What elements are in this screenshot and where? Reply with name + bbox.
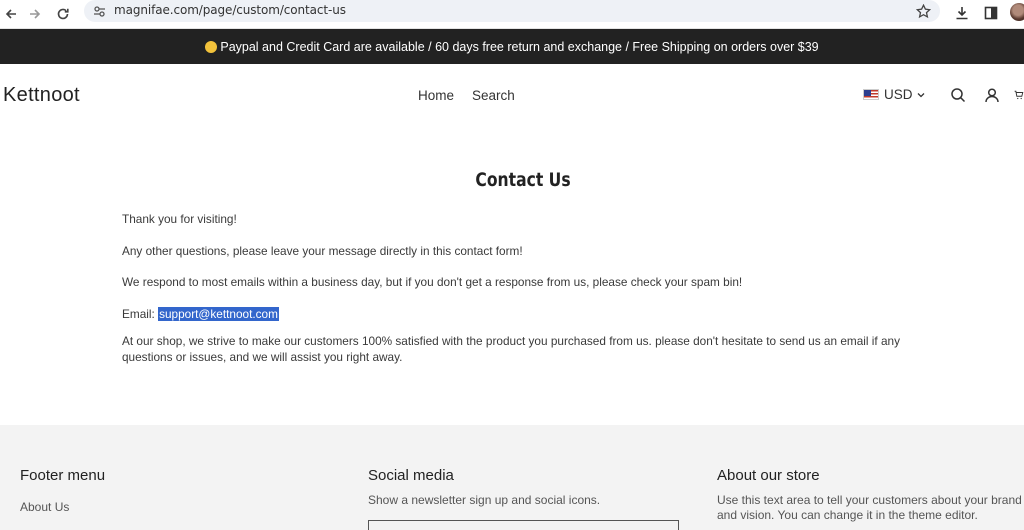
newsletter-email-input[interactable] — [368, 520, 679, 530]
announcement-text: Paypal and Credit Card are available / 6… — [220, 39, 819, 54]
emoji-icon — [205, 40, 218, 53]
currency-selector[interactable]: USD — [863, 87, 926, 102]
nav-link-home[interactable]: Home — [418, 88, 454, 103]
email-link[interactable]: support@kettnoot.com — [158, 307, 279, 321]
profile-avatar[interactable] — [1010, 3, 1024, 21]
us-flag-icon — [863, 89, 879, 100]
about-description: Use this text area to tell your customer… — [717, 493, 1022, 522]
bookmark-star-icon[interactable] — [914, 2, 932, 20]
email-line: Email: support@kettnoot.com — [122, 306, 279, 322]
thank-you-text: Thank you for visiting! — [122, 212, 237, 226]
cart-icon[interactable] — [1014, 86, 1024, 104]
currency-label: USD — [884, 87, 913, 102]
reload-icon[interactable] — [52, 3, 74, 25]
page-title: Contact Us — [475, 169, 571, 191]
account-icon[interactable] — [983, 86, 1001, 104]
chevron-down-icon — [916, 90, 926, 100]
side-panel-icon[interactable] — [981, 3, 1001, 23]
main-nav: Home Search — [418, 88, 515, 103]
footer-link-about-us[interactable]: About Us — [20, 500, 69, 514]
site-footer: Footer menu Social media About our store… — [0, 425, 1024, 530]
email-label: Email: — [122, 307, 159, 321]
footer-menu-title: Footer menu — [20, 467, 106, 484]
address-bar[interactable]: magnifae.com/page/custom/contact-us — [84, 0, 940, 22]
social-description: Show a newsletter sign up and social ico… — [368, 493, 601, 507]
social-media-title: Social media — [368, 467, 454, 484]
site-header: Kettnoot Home Search USD — [0, 64, 1024, 126]
satisfaction-text: At our shop, we strive to make our custo… — [122, 334, 900, 364]
nav-link-search[interactable]: Search — [472, 88, 515, 103]
forward-icon[interactable] — [24, 3, 46, 25]
store-logo[interactable]: Kettnoot — [3, 84, 80, 107]
contact-form-text: Any other questions, please leave your m… — [122, 244, 523, 258]
url-text: magnifae.com/page/custom/contact-us — [114, 3, 346, 17]
back-icon[interactable] — [0, 3, 22, 25]
announcement-bar: Paypal and Credit Card are available / 6… — [0, 29, 1024, 64]
about-store-title: About our store — [717, 467, 820, 484]
download-icon[interactable] — [952, 3, 972, 23]
search-icon[interactable] — [949, 86, 967, 104]
site-settings-icon[interactable] — [92, 4, 106, 18]
response-time-text: We respond to most emails within a busin… — [122, 275, 743, 289]
browser-toolbar: magnifae.com/page/custom/contact-us — [0, 0, 1024, 29]
